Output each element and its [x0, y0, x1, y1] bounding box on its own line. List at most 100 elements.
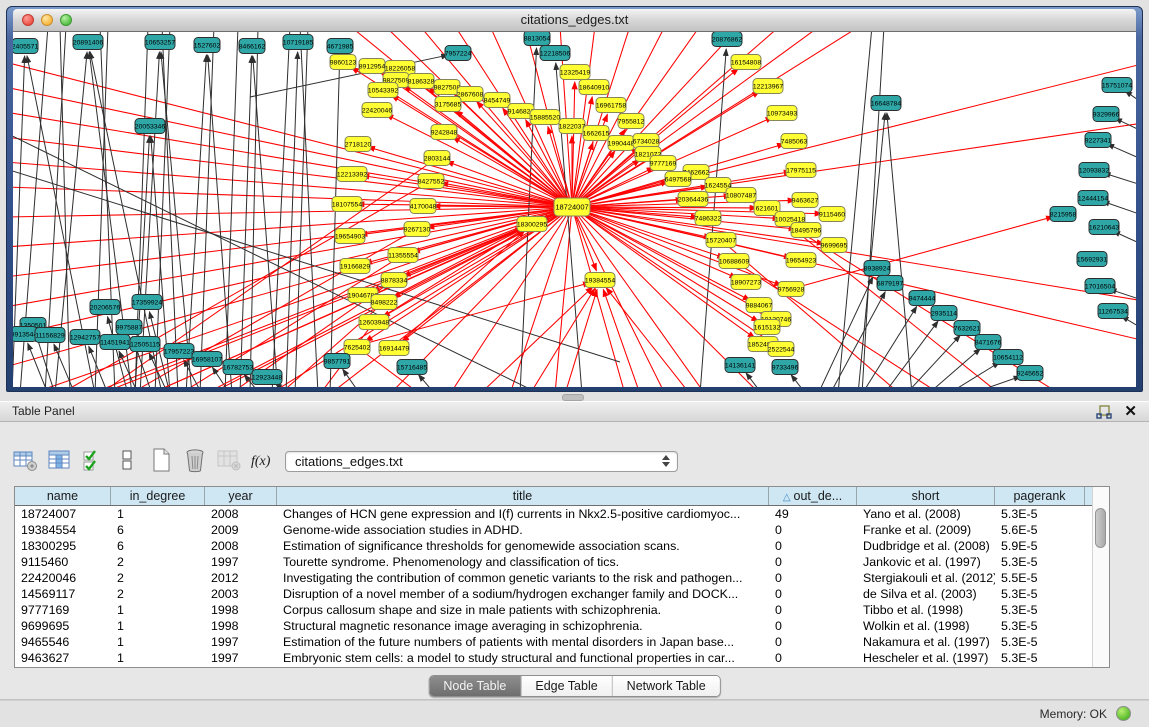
- table-cell[interactable]: 2008: [205, 538, 277, 554]
- table-cell[interactable]: 6: [111, 538, 205, 554]
- table-cell[interactable]: 2: [111, 570, 205, 586]
- table-cell[interactable]: 1: [111, 602, 205, 618]
- table-cell[interactable]: 5.5E-5: [995, 570, 1085, 586]
- minimize-window-button[interactable]: [41, 14, 53, 26]
- tab-network-table[interactable]: Network Table: [613, 676, 720, 696]
- table-cell[interactable]: 9777169: [15, 602, 111, 618]
- table-cell[interactable]: 9463627: [15, 650, 111, 666]
- table-row[interactable]: 911546021997Tourette syndrome. Phenomeno…: [15, 554, 1092, 570]
- table-cell[interactable]: Disruption of a novel member of a sodium…: [277, 586, 769, 602]
- close-panel-icon[interactable]: ✕: [1124, 404, 1137, 420]
- table-cell[interactable]: 1: [111, 650, 205, 666]
- delete-table-icon[interactable]: [180, 446, 210, 474]
- table-row[interactable]: 946362711997Embryonic stem cells: a mode…: [15, 650, 1092, 666]
- table-cell[interactable]: 2012: [205, 570, 277, 586]
- table-cell[interactable]: Corpus callosum shape and size in male p…: [277, 602, 769, 618]
- table-cell[interactable]: Jankovic et al. (1997): [857, 554, 995, 570]
- table-cell[interactable]: Estimation of significance thresholds fo…: [277, 538, 769, 554]
- table-cell[interactable]: 5.3E-5: [995, 650, 1085, 666]
- table-cell[interactable]: 1997: [205, 650, 277, 666]
- column-header-in_degree[interactable]: in_degree: [111, 487, 205, 505]
- table-cell[interactable]: Changes of HCN gene expression and I(f) …: [277, 506, 769, 522]
- table-cell[interactable]: Dudbridge et al. (2008): [857, 538, 995, 554]
- table-cell[interactable]: 5.3E-5: [995, 506, 1085, 522]
- table-row[interactable]: 1830029562008Estimation of significance …: [15, 538, 1092, 554]
- table-cell[interactable]: Investigating the contribution of common…: [277, 570, 769, 586]
- table-cell[interactable]: 2003: [205, 586, 277, 602]
- table-cell[interactable]: 6: [111, 522, 205, 538]
- table-cell[interactable]: 1: [111, 506, 205, 522]
- tab-edge-table[interactable]: Edge Table: [521, 676, 612, 696]
- table-row[interactable]: 977716911998Corpus callosum shape and si…: [15, 602, 1092, 618]
- close-window-button[interactable]: [22, 14, 34, 26]
- column-header-year[interactable]: year: [205, 487, 277, 505]
- table-cell[interactable]: 5.3E-5: [995, 586, 1085, 602]
- table-cell[interactable]: 0: [769, 586, 857, 602]
- table-cell[interactable]: 49: [769, 506, 857, 522]
- table-cell[interactable]: 0: [769, 570, 857, 586]
- table-cell[interactable]: 1997: [205, 634, 277, 650]
- column-header-out_de[interactable]: △out_de...: [769, 487, 857, 505]
- table-cell[interactable]: 0: [769, 522, 857, 538]
- table-cell[interactable]: 9699695: [15, 618, 111, 634]
- create-column-icon[interactable]: [78, 446, 108, 474]
- table-cell[interactable]: Structural magnetic resonance image aver…: [277, 618, 769, 634]
- column-header-name[interactable]: name: [15, 487, 111, 505]
- table-cell[interactable]: 0: [769, 650, 857, 666]
- column-header-short[interactable]: short: [857, 487, 995, 505]
- table-cell[interactable]: Embryonic stem cells: a model to study s…: [277, 650, 769, 666]
- table-cell[interactable]: 19384554: [15, 522, 111, 538]
- table-cell[interactable]: Franke et al. (2009): [857, 522, 995, 538]
- network-canvas[interactable]: 9860123891295418226058982750981863281054…: [13, 32, 1136, 387]
- table-cell[interactable]: Tourette syndrome. Phenomenology and cla…: [277, 554, 769, 570]
- import-table-icon[interactable]: [214, 446, 244, 474]
- table-cell[interactable]: 5.6E-5: [995, 522, 1085, 538]
- network-graph[interactable]: 9860123891295418226058982750981863281054…: [13, 32, 1136, 387]
- table-cell[interactable]: Yano et al. (2008): [857, 506, 995, 522]
- table-cell[interactable]: 0: [769, 538, 857, 554]
- table-row[interactable]: 946554611997Estimation of the future num…: [15, 634, 1092, 650]
- table-cell[interactable]: Wolkin et al. (1998): [857, 618, 995, 634]
- table-cell[interactable]: 22420046: [15, 570, 111, 586]
- table-row[interactable]: 1456911722003Disruption of a novel membe…: [15, 586, 1092, 602]
- splitter-handle[interactable]: [562, 394, 584, 401]
- table-cell[interactable]: 2009: [205, 522, 277, 538]
- network-window-titlebar[interactable]: citations_edges.txt: [13, 9, 1136, 32]
- table-cell[interactable]: 1: [111, 634, 205, 650]
- table-cell[interactable]: Tibbo et al. (1998): [857, 602, 995, 618]
- table-cell[interactable]: 0: [769, 554, 857, 570]
- table-cell[interactable]: Hescheler et al. (1997): [857, 650, 995, 666]
- table-cell[interactable]: 18724007: [15, 506, 111, 522]
- table-cell[interactable]: de Silva et al. (2003): [857, 586, 995, 602]
- table-cell[interactable]: Estimation of the future numbers of pati…: [277, 634, 769, 650]
- table-cell[interactable]: 0: [769, 634, 857, 650]
- table-mode-icon[interactable]: [10, 446, 40, 474]
- table-cell[interactable]: 5.3E-5: [995, 634, 1085, 650]
- table-cell[interactable]: 0: [769, 602, 857, 618]
- zoom-window-button[interactable]: [60, 14, 72, 26]
- table-row[interactable]: 1938455462009Genome-wide association stu…: [15, 522, 1092, 538]
- table-cell[interactable]: 18300295: [15, 538, 111, 554]
- tab-node-table[interactable]: Node Table: [429, 676, 521, 696]
- table-cell[interactable]: 5.3E-5: [995, 602, 1085, 618]
- column-header-pagerank[interactable]: pagerank: [995, 487, 1085, 505]
- table-cell[interactable]: Stergiakouli et al. (2012): [857, 570, 995, 586]
- table-source-select[interactable]: citations_edges.txt: [285, 451, 678, 472]
- table-cell[interactable]: 5.3E-5: [995, 554, 1085, 570]
- float-window-icon[interactable]: [1096, 405, 1112, 420]
- table-cell[interactable]: 5.3E-5: [995, 618, 1085, 634]
- table-cell[interactable]: 9465546: [15, 634, 111, 650]
- table-cell[interactable]: 1: [111, 618, 205, 634]
- table-cell[interactable]: 1997: [205, 554, 277, 570]
- table-vertical-scrollbar[interactable]: [1092, 487, 1109, 667]
- show-columns-icon[interactable]: [44, 446, 74, 474]
- table-row[interactable]: 2242004622012Investigating the contribut…: [15, 570, 1092, 586]
- table-cell[interactable]: 1998: [205, 602, 277, 618]
- scrollbar-thumb[interactable]: [1095, 508, 1106, 548]
- table-cell[interactable]: 5.9E-5: [995, 538, 1085, 554]
- memory-ok-led-icon[interactable]: [1116, 706, 1131, 721]
- table-row[interactable]: 1872400712008Changes of HCN gene express…: [15, 506, 1092, 522]
- table-cell[interactable]: Nakamura et al. (1997): [857, 634, 995, 650]
- table-cell[interactable]: 2: [111, 586, 205, 602]
- table-cell[interactable]: 14569117: [15, 586, 111, 602]
